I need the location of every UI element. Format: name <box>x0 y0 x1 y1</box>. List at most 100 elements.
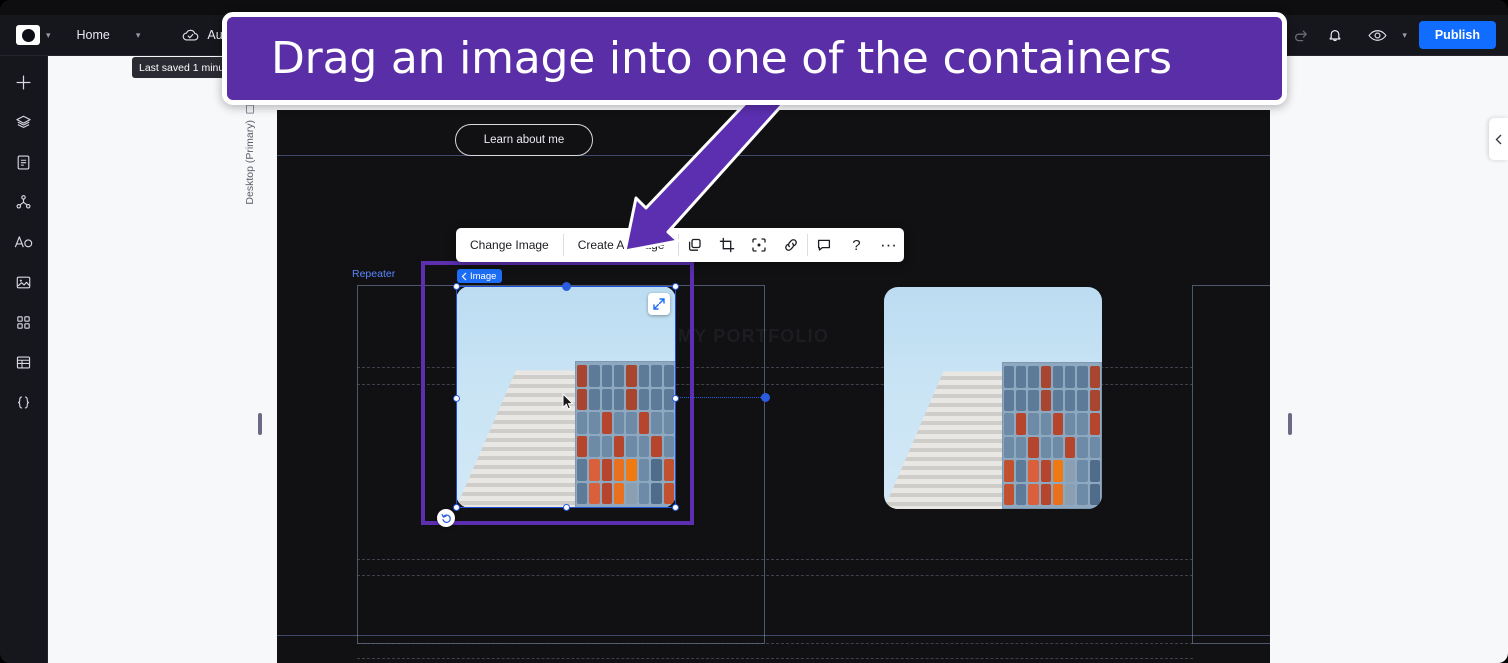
reset-crop-button[interactable] <box>437 509 455 527</box>
window-pane <box>1077 389 1088 412</box>
guide-line <box>357 643 1193 644</box>
resize-handle-tl[interactable] <box>453 283 460 290</box>
stage-resize-handle-left[interactable] <box>258 413 262 435</box>
learn-about-me-label: Learn about me <box>483 134 565 146</box>
dev-mode-button[interactable] <box>8 386 40 418</box>
apps-grid-icon <box>17 315 30 329</box>
repeater-cell-2[interactable] <box>1192 285 1270 644</box>
home-menu[interactable]: Home ▾ <box>77 28 141 42</box>
window-pane <box>1052 389 1064 412</box>
window-pane <box>1028 413 1039 435</box>
reset-crop-icon <box>441 513 451 523</box>
resize-handle-ml[interactable] <box>453 395 460 402</box>
window-pane <box>1016 460 1027 482</box>
collapse-panel-button[interactable] <box>1489 118 1508 160</box>
structure-icon <box>16 194 31 209</box>
window-pane <box>1089 483 1100 505</box>
window-pane <box>1003 460 1015 482</box>
window-pane <box>1052 460 1064 482</box>
window-pane <box>1003 366 1015 388</box>
window-pane <box>1065 460 1076 482</box>
preview-chevron-down-icon[interactable]: ▾ <box>1402 30 1407 41</box>
learn-about-me-button[interactable]: Learn about me <box>455 124 593 156</box>
code-braces-icon <box>17 395 30 409</box>
guide-line <box>357 559 1193 560</box>
element-type-badge[interactable]: Image <box>457 269 503 283</box>
window-pane <box>1065 389 1076 412</box>
window-pane <box>1003 436 1015 459</box>
add-elements-button[interactable] <box>8 66 40 98</box>
redo-icon[interactable] <box>1286 20 1316 50</box>
window-pane <box>1028 436 1039 459</box>
media-button[interactable] <box>8 266 40 298</box>
chevron-left-icon <box>461 272 467 280</box>
resize-handle-bl[interactable] <box>453 504 460 511</box>
resize-handle-bc[interactable] <box>563 504 570 511</box>
window-pane <box>1077 436 1088 459</box>
window-pane <box>1052 436 1064 459</box>
help-icon[interactable]: ? <box>840 228 872 262</box>
theme-text-button[interactable] <box>8 226 40 258</box>
table-icon <box>16 355 31 369</box>
image-icon <box>16 276 31 288</box>
guide-line <box>357 658 1193 659</box>
page-icon <box>17 155 30 169</box>
window-pane <box>1052 483 1064 505</box>
window-pane <box>1077 460 1088 482</box>
repeater-label: Repeater <box>352 268 396 280</box>
callout-text: Drag an image into one of the containers <box>271 33 1172 84</box>
resize-handle-tr[interactable] <box>672 283 679 290</box>
window-pane <box>1016 366 1027 388</box>
window-pane <box>1052 366 1064 388</box>
editor-window: Desktop (Primary) Learn about me MY PORT… <box>0 0 1508 663</box>
window-pane <box>1089 460 1100 482</box>
window-pane <box>1028 366 1039 388</box>
apps-button[interactable] <box>8 306 40 338</box>
publish-button[interactable]: Publish <box>1418 21 1496 49</box>
portfolio-image-2[interactable] <box>884 287 1102 509</box>
callout-banner: Drag an image into one of the containers <box>222 12 1287 105</box>
site-structure-button[interactable] <box>8 186 40 218</box>
window-pane <box>1016 436 1027 459</box>
window-pane <box>1089 436 1100 459</box>
expand-arrows-icon <box>653 298 665 310</box>
comment-icon[interactable] <box>808 228 840 262</box>
window-pane <box>1003 389 1015 412</box>
window-pane <box>1040 366 1051 388</box>
window-pane <box>1065 366 1076 388</box>
logo-chevron-down-icon[interactable]: ▾ <box>46 30 51 41</box>
cms-button[interactable] <box>8 346 40 378</box>
window-pane <box>1065 483 1076 505</box>
window-pane <box>1003 413 1015 435</box>
window-pane <box>1052 413 1064 435</box>
home-chevron-down-icon[interactable]: ▾ <box>136 30 141 41</box>
pages-button[interactable] <box>8 146 40 178</box>
layers-button[interactable] <box>8 106 40 138</box>
stage-resize-handle-right[interactable] <box>1288 413 1292 435</box>
viewport-label-text: Desktop (Primary) <box>244 120 256 205</box>
plus-icon <box>16 74 31 90</box>
window-pane <box>1065 413 1076 435</box>
window-pane <box>1040 460 1051 482</box>
resize-handle-tc[interactable] <box>562 282 571 291</box>
window-pane <box>1089 413 1100 435</box>
window-pane <box>1040 389 1051 412</box>
resize-handle-mr[interactable] <box>672 395 679 402</box>
expand-image-button[interactable] <box>648 293 670 315</box>
window-pane <box>1040 483 1051 505</box>
autosave-tooltip-text: Last saved 1 minute ago <box>139 61 234 74</box>
window-pane <box>1016 483 1027 505</box>
more-icon[interactable]: ··· <box>872 228 904 262</box>
eye-icon[interactable] <box>1362 20 1392 50</box>
window-pane <box>1077 413 1088 435</box>
spacing-connector <box>677 397 763 398</box>
text-theme-icon <box>14 236 33 248</box>
window-pane <box>1028 483 1039 505</box>
bell-icon[interactable] <box>1320 20 1350 50</box>
window-pane <box>1028 460 1039 482</box>
change-image-button[interactable]: Change Image <box>456 228 563 262</box>
wix-logo-icon[interactable] <box>16 25 40 45</box>
resize-handle-br[interactable] <box>672 504 679 511</box>
window-pane <box>1077 366 1088 388</box>
home-menu-label: Home <box>76 28 110 42</box>
